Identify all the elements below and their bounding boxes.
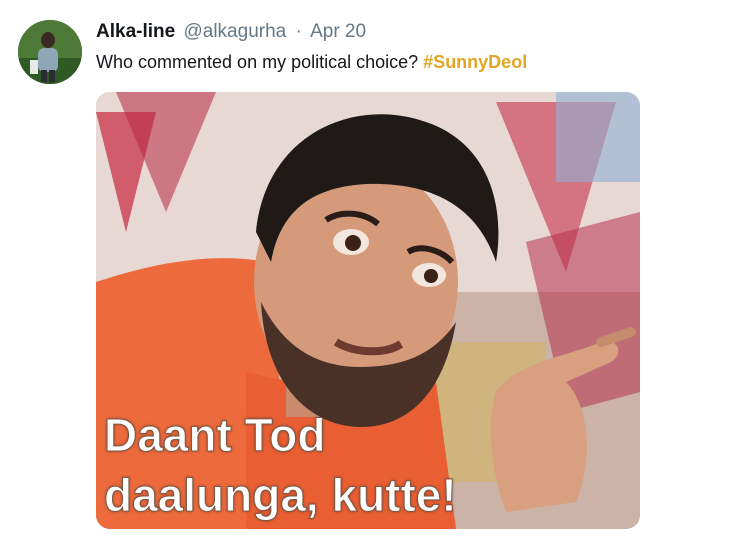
meme-caption-line-1: Daant Tod xyxy=(103,409,326,461)
tweet-text: Who commented on my political choice? #S… xyxy=(96,51,527,73)
separator: · xyxy=(295,21,302,42)
tweet-image[interactable]: Daant Tod daalunga, kutte! xyxy=(96,92,640,529)
meme-caption-line-2: daalunga, kutte! xyxy=(104,469,458,521)
tweet: Alka-line @alkagurha · Apr 20 Who commen… xyxy=(0,0,750,555)
tweet-body: Who commented on my political choice? xyxy=(96,52,419,72)
hashtag-link[interactable]: #SunnyDeol xyxy=(423,52,527,72)
user-handle[interactable]: @alkagurha xyxy=(183,21,286,42)
tweet-header: Alka-line @alkagurha · Apr 20 xyxy=(96,21,366,43)
display-name[interactable]: Alka-line xyxy=(96,21,175,42)
tweet-date[interactable]: Apr 20 xyxy=(310,21,366,42)
meme-photo xyxy=(96,92,640,529)
avatar[interactable] xyxy=(18,20,82,84)
